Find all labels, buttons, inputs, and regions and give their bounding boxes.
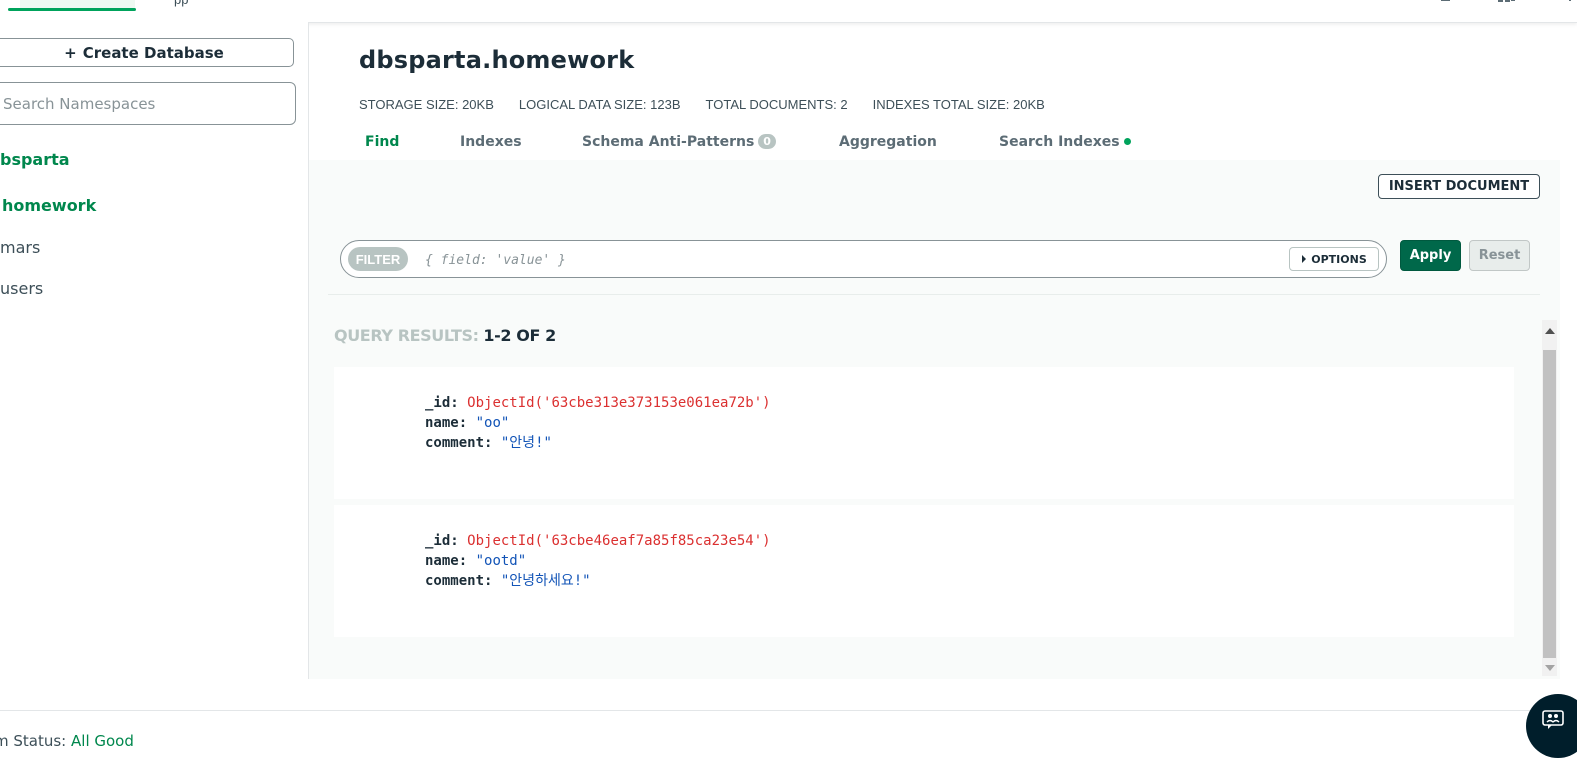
search-namespaces-input[interactable] <box>0 82 296 125</box>
document-card[interactable]: _id: ObjectId('63cbe313e373153e061ea72b'… <box>334 367 1514 499</box>
system-status: m Status: All Good <box>0 732 134 750</box>
create-database-button[interactable]: + Create Database <box>0 38 294 67</box>
stat-total-documents: TOTAL DOCUMENTS: 2 <box>705 97 848 112</box>
active-nav-tab[interactable] <box>20 0 135 8</box>
field-id: _id: ObjectId('63cbe313e373153e061ea72b'… <box>425 395 771 411</box>
sidebar: + Create Database bsparta homework mars … <box>0 22 309 679</box>
caret-right-icon <box>1302 255 1307 263</box>
sidebar-collection-homework[interactable]: homework <box>2 196 96 215</box>
tab-find[interactable]: Find <box>365 134 399 150</box>
field-name: name: "oo" <box>425 415 510 431</box>
sidebar-collection-users[interactable]: users <box>0 279 43 298</box>
invite-user-icon[interactable] <box>1440 0 1458 6</box>
scroll-up-arrow-icon[interactable] <box>1545 328 1555 334</box>
system-status-link[interactable]: All Good <box>71 732 134 750</box>
query-results-range: 1-2 OF 2 <box>483 326 556 345</box>
status-dot-icon <box>1123 138 1131 145</box>
anti-patterns-count-badge: 0 <box>758 134 776 149</box>
help-icon[interactable] <box>1562 0 1576 6</box>
options-label: OPTIONS <box>1311 252 1367 266</box>
tab-indexes[interactable]: Indexes <box>460 134 522 150</box>
stat-storage-size: STORAGE SIZE: 20KB <box>359 97 494 112</box>
options-button[interactable]: OPTIONS <box>1289 247 1379 271</box>
collection-tabs: Find Indexes Schema Anti-Patterns 0 Aggre… <box>309 130 1560 158</box>
page-title: dbsparta.homework <box>359 46 635 74</box>
query-bar: FILTER OPTIONS <box>340 240 1387 278</box>
divider <box>328 294 1540 295</box>
query-results-label: QUERY RESULTS: <box>334 326 479 345</box>
document-fields: _id: ObjectId('63cbe313e373153e061ea72b'… <box>425 393 771 453</box>
document-fields: _id: ObjectId('63cbe46eaf7a85f85ca23e54'… <box>425 531 771 591</box>
field-id: _id: ObjectId('63cbe46eaf7a85f85ca23e54'… <box>425 533 771 549</box>
collection-stats: STORAGE SIZE: 20KB LOGICAL DATA SIZE: 12… <box>359 97 1070 112</box>
insert-document-button[interactable]: INSERT DOCUMENT <box>1378 174 1540 199</box>
apply-button[interactable]: Apply <box>1400 240 1461 271</box>
active-nav-tab-indicator <box>8 8 136 11</box>
gear-icon[interactable] <box>1498 0 1516 6</box>
reset-button[interactable]: Reset <box>1469 240 1530 271</box>
plus-icon: + <box>64 43 77 62</box>
scroll-down-arrow-icon[interactable] <box>1545 665 1555 671</box>
field-comment: comment: "안녕하세요!" <box>425 573 591 589</box>
main-panel: dbsparta.homework STORAGE SIZE: 20KB LOG… <box>309 22 1560 679</box>
status-footer: m Status: All Good <box>0 710 1577 756</box>
query-results-count: QUERY RESULTS: 1-2 OF 2 <box>334 326 556 345</box>
sidebar-collection-mars[interactable]: mars <box>0 238 40 257</box>
tab-search-indexes[interactable]: Search Indexes <box>999 134 1131 150</box>
field-name: name: "ootd" <box>425 553 527 569</box>
tab-schema-anti-patterns[interactable]: Schema Anti-Patterns 0 <box>582 134 776 150</box>
nav-tab-label[interactable]: pp <box>174 0 188 7</box>
top-nav-bar: pp <box>0 0 1577 23</box>
chat-people-icon <box>1542 710 1564 729</box>
tab-aggregation[interactable]: Aggregation <box>839 134 937 150</box>
stat-indexes-total-size: INDEXES TOTAL SIZE: 20KB <box>872 97 1045 112</box>
scrollbar-thumb[interactable] <box>1543 350 1556 658</box>
document-card[interactable]: _id: ObjectId('63cbe46eaf7a85f85ca23e54'… <box>334 505 1514 637</box>
filter-input[interactable] <box>423 249 1187 271</box>
results-scrollbar[interactable] <box>1542 320 1557 676</box>
stat-logical-data-size: LOGICAL DATA SIZE: 123B <box>518 97 681 112</box>
create-database-label: Create Database <box>82 43 224 62</box>
documents-view: INSERT DOCUMENT FILTER OPTIONS Apply Res… <box>309 160 1560 679</box>
field-comment: comment: "안녕!" <box>425 435 552 451</box>
filter-label: FILTER <box>348 247 408 271</box>
sidebar-database-dbsparta[interactable]: bsparta <box>0 150 70 169</box>
